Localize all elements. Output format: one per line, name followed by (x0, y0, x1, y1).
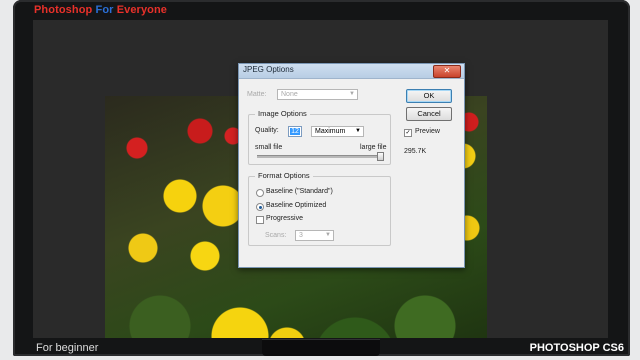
progressive-checkbox[interactable] (256, 216, 264, 224)
chevron-down-icon: ▼ (349, 91, 355, 97)
footer-left-caption: For beginner (36, 342, 99, 354)
large-file-label: large file (360, 144, 387, 151)
quality-label: Quality: (255, 127, 279, 134)
banner-part-photoshop: Photoshop (34, 4, 93, 16)
scans-label: Scans: (265, 232, 287, 239)
baseline-optimized-radio[interactable] (256, 203, 264, 211)
dialog-title: JPEG Options (243, 65, 294, 74)
banner-part-for: For (95, 4, 114, 16)
image-options-title: Image Options (255, 109, 310, 118)
chevron-down-icon: ▼ (355, 128, 361, 134)
footer-right-caption: PHOTOSHOP CS6 (529, 342, 624, 354)
quality-preset-select[interactable]: Maximum ▼ (311, 126, 364, 137)
scans-select: 3 ▼ (295, 230, 334, 241)
cancel-button[interactable]: Cancel (406, 107, 452, 121)
matte-select: None ▼ (277, 89, 358, 100)
baseline-standard-label: Baseline ("Standard") (266, 188, 333, 195)
quality-input[interactable]: 12 (288, 126, 302, 137)
jpeg-options-dialog: JPEG Options ✕ Matte: None ▼ Image Optio… (238, 63, 465, 268)
quality-slider-thumb[interactable] (377, 152, 384, 161)
close-icon[interactable]: ✕ (433, 65, 461, 78)
monitor-stand (262, 339, 380, 356)
quality-preset-value: Maximum (315, 128, 346, 135)
quality-slider-track[interactable] (257, 155, 381, 158)
monitor-screen: JPEG Options ✕ Matte: None ▼ Image Optio… (33, 20, 608, 338)
matte-value: None (281, 91, 298, 98)
format-options-group: Format Options Baseline ("Standard") Bas… (248, 171, 391, 246)
matte-label: Matte: (247, 91, 267, 98)
quality-value: 12 (290, 128, 300, 135)
file-size-readout: 295.7K (404, 148, 427, 155)
baseline-standard-radio[interactable] (256, 189, 264, 197)
preview-checkbox[interactable]: ✓ (404, 129, 412, 137)
ok-button[interactable]: OK (406, 89, 452, 103)
format-options-title: Format Options (255, 171, 313, 180)
channel-banner: Photoshop For Everyone (34, 4, 167, 16)
scans-value: 3 (299, 232, 303, 239)
baseline-optimized-label: Baseline Optimized (266, 202, 327, 209)
preview-label: Preview (415, 128, 440, 135)
chevron-down-icon: ▼ (325, 232, 331, 238)
small-file-label: small file (255, 144, 283, 151)
image-options-group: Image Options Quality: 12 Maximum ▼ smal… (248, 109, 391, 165)
progressive-label: Progressive (266, 215, 303, 222)
dialog-titlebar[interactable]: JPEG Options ✕ (239, 64, 464, 79)
banner-part-everyone: Everyone (116, 4, 168, 16)
